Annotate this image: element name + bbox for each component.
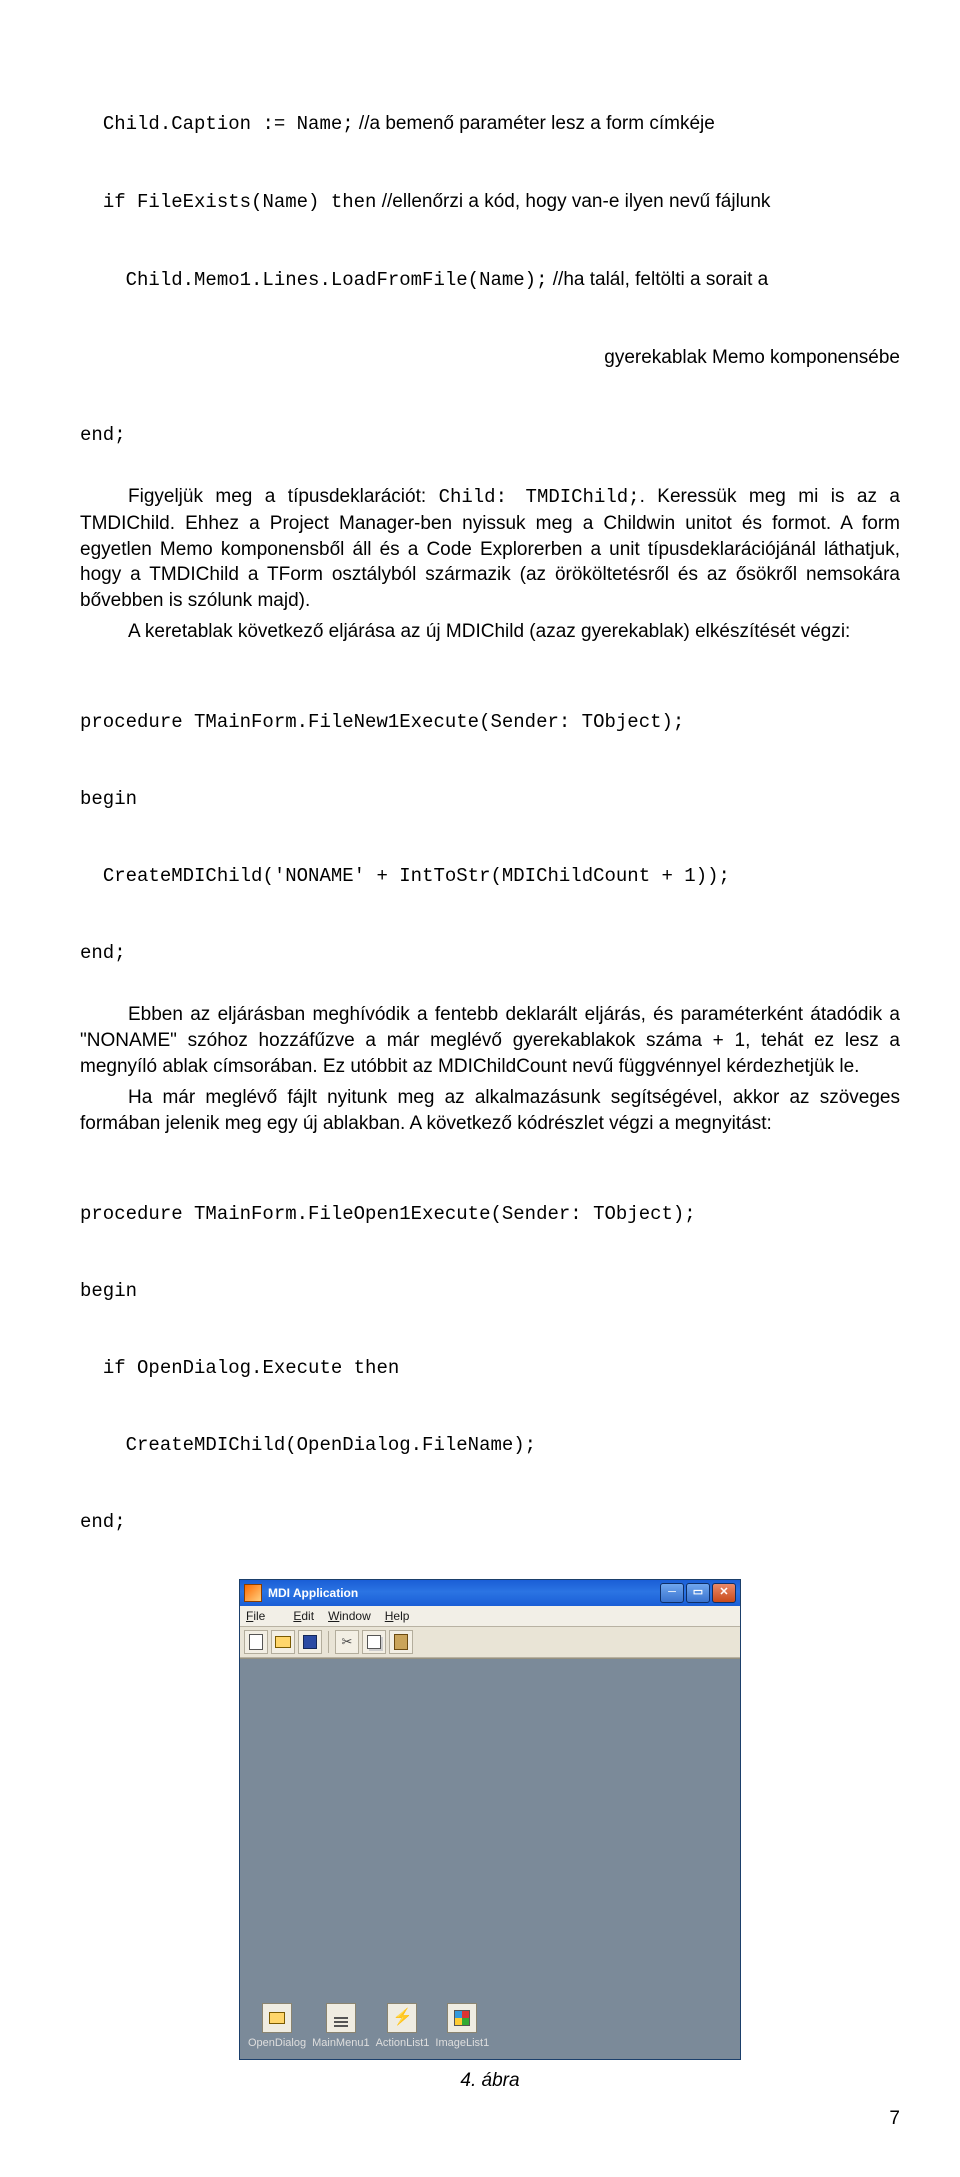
code-text: begin xyxy=(80,1279,900,1305)
code-text: end; xyxy=(80,424,126,446)
code-comment: //ha talál, feltölti a sorait a xyxy=(547,269,768,290)
paste-button[interactable] xyxy=(389,1630,413,1654)
app-icon xyxy=(244,1584,262,1602)
titlebar[interactable]: MDI Application ─ ▭ ✕ xyxy=(240,1580,740,1606)
menubar: File Edit Window Help xyxy=(240,1606,740,1627)
cut-button[interactable]: ✂ xyxy=(335,1630,359,1654)
component-label: ImageList1 xyxy=(435,2037,489,2049)
paste-icon xyxy=(394,1634,408,1650)
code-text: procedure TMainForm.FileNew1Execute(Send… xyxy=(80,710,900,736)
window-title: MDI Application xyxy=(268,1585,358,1601)
menu-help[interactable]: Help xyxy=(385,1608,410,1624)
code-comment: gyerekablak Memo komponensébe xyxy=(604,347,900,368)
code-text: if OpenDialog.Execute then xyxy=(80,1356,900,1382)
code-comment: //a bemenő paraméter lesz a form címkéje xyxy=(354,113,715,134)
new-button[interactable] xyxy=(244,1630,268,1654)
open-icon xyxy=(275,1636,291,1648)
page-number: 7 xyxy=(80,2106,900,2132)
paragraph: Figyeljük meg a típusdeklarációt: Child:… xyxy=(80,484,900,613)
bolt-icon: ⚡ xyxy=(393,2007,413,2029)
code-text: procedure TMainForm.FileOpen1Execute(Sen… xyxy=(80,1202,900,1228)
open-button[interactable] xyxy=(271,1630,295,1654)
code-block-1: Child.Caption := Name; //a bemenő paramé… xyxy=(80,60,900,474)
component-tray: OpenDialog MainMenu1 ⚡ ActionList1 Image… xyxy=(248,2003,489,2051)
component-label: MainMenu1 xyxy=(312,2037,369,2049)
menu-window[interactable]: Window xyxy=(328,1608,371,1624)
cut-icon: ✂ xyxy=(342,1633,353,1651)
file-icon xyxy=(249,1634,263,1650)
code-text: CreateMDIChild('NONAME' + IntToStr(MDICh… xyxy=(80,864,900,890)
code-text: end; xyxy=(80,1510,900,1536)
code-text: Child.Memo1.Lines.LoadFromFile(Name); xyxy=(80,269,547,291)
figure-caption: 4. ábra xyxy=(80,2068,900,2094)
menu-file[interactable]: File xyxy=(246,1608,279,1624)
minimize-button[interactable]: ─ xyxy=(660,1583,684,1603)
copy-button[interactable] xyxy=(362,1630,386,1654)
component-actionlist[interactable]: ⚡ xyxy=(387,2003,417,2033)
code-text: if FileExists(Name) then xyxy=(80,191,376,213)
menu-edit[interactable]: Edit xyxy=(293,1608,314,1624)
code-block-3: procedure TMainForm.FileOpen1Execute(Sen… xyxy=(80,1151,900,1561)
component-opendialog[interactable] xyxy=(262,2003,292,2033)
grid-icon xyxy=(454,2010,470,2026)
component-mainmenu[interactable] xyxy=(326,2003,356,2033)
code-text: CreateMDIChild(OpenDialog.FileName); xyxy=(80,1433,900,1459)
paragraph: Ha már meglévő fájlt nyitunk meg az alka… xyxy=(80,1085,900,1136)
client-area: OpenDialog MainMenu1 ⚡ ActionList1 Image… xyxy=(240,1658,740,2059)
code-text: Child.Caption := Name; xyxy=(80,113,354,135)
paragraph: A keretablak következő eljárása az új MD… xyxy=(80,619,900,645)
save-button[interactable] xyxy=(298,1630,322,1654)
code-block-2: procedure TMainForm.FileNew1Execute(Send… xyxy=(80,659,900,992)
copy-icon xyxy=(367,1635,381,1649)
code-text: end; xyxy=(80,941,900,967)
component-label: ActionList1 xyxy=(376,2037,430,2049)
component-imagelist[interactable] xyxy=(447,2003,477,2033)
toolbar: ✂ xyxy=(240,1627,740,1658)
code-text: begin xyxy=(80,787,900,813)
body-text: Figyeljük meg a típusdeklarációt: xyxy=(128,486,439,507)
paragraph: Ebben az eljárásban meghívódik a fentebb… xyxy=(80,1002,900,1079)
menu-icon xyxy=(334,2017,348,2019)
app-window: MDI Application ─ ▭ ✕ File Edit Window H… xyxy=(239,1579,741,2060)
open-icon xyxy=(269,2012,285,2024)
component-label: OpenDialog xyxy=(248,2037,306,2049)
toolbar-separator xyxy=(328,1631,329,1653)
maximize-button[interactable]: ▭ xyxy=(686,1583,710,1603)
inline-code: Child: TMDIChild; xyxy=(439,486,640,508)
save-icon xyxy=(303,1635,317,1649)
code-comment: //ellenőrzi a kód, hogy van-e ilyen nevű… xyxy=(376,191,770,212)
close-button[interactable]: ✕ xyxy=(712,1583,736,1603)
